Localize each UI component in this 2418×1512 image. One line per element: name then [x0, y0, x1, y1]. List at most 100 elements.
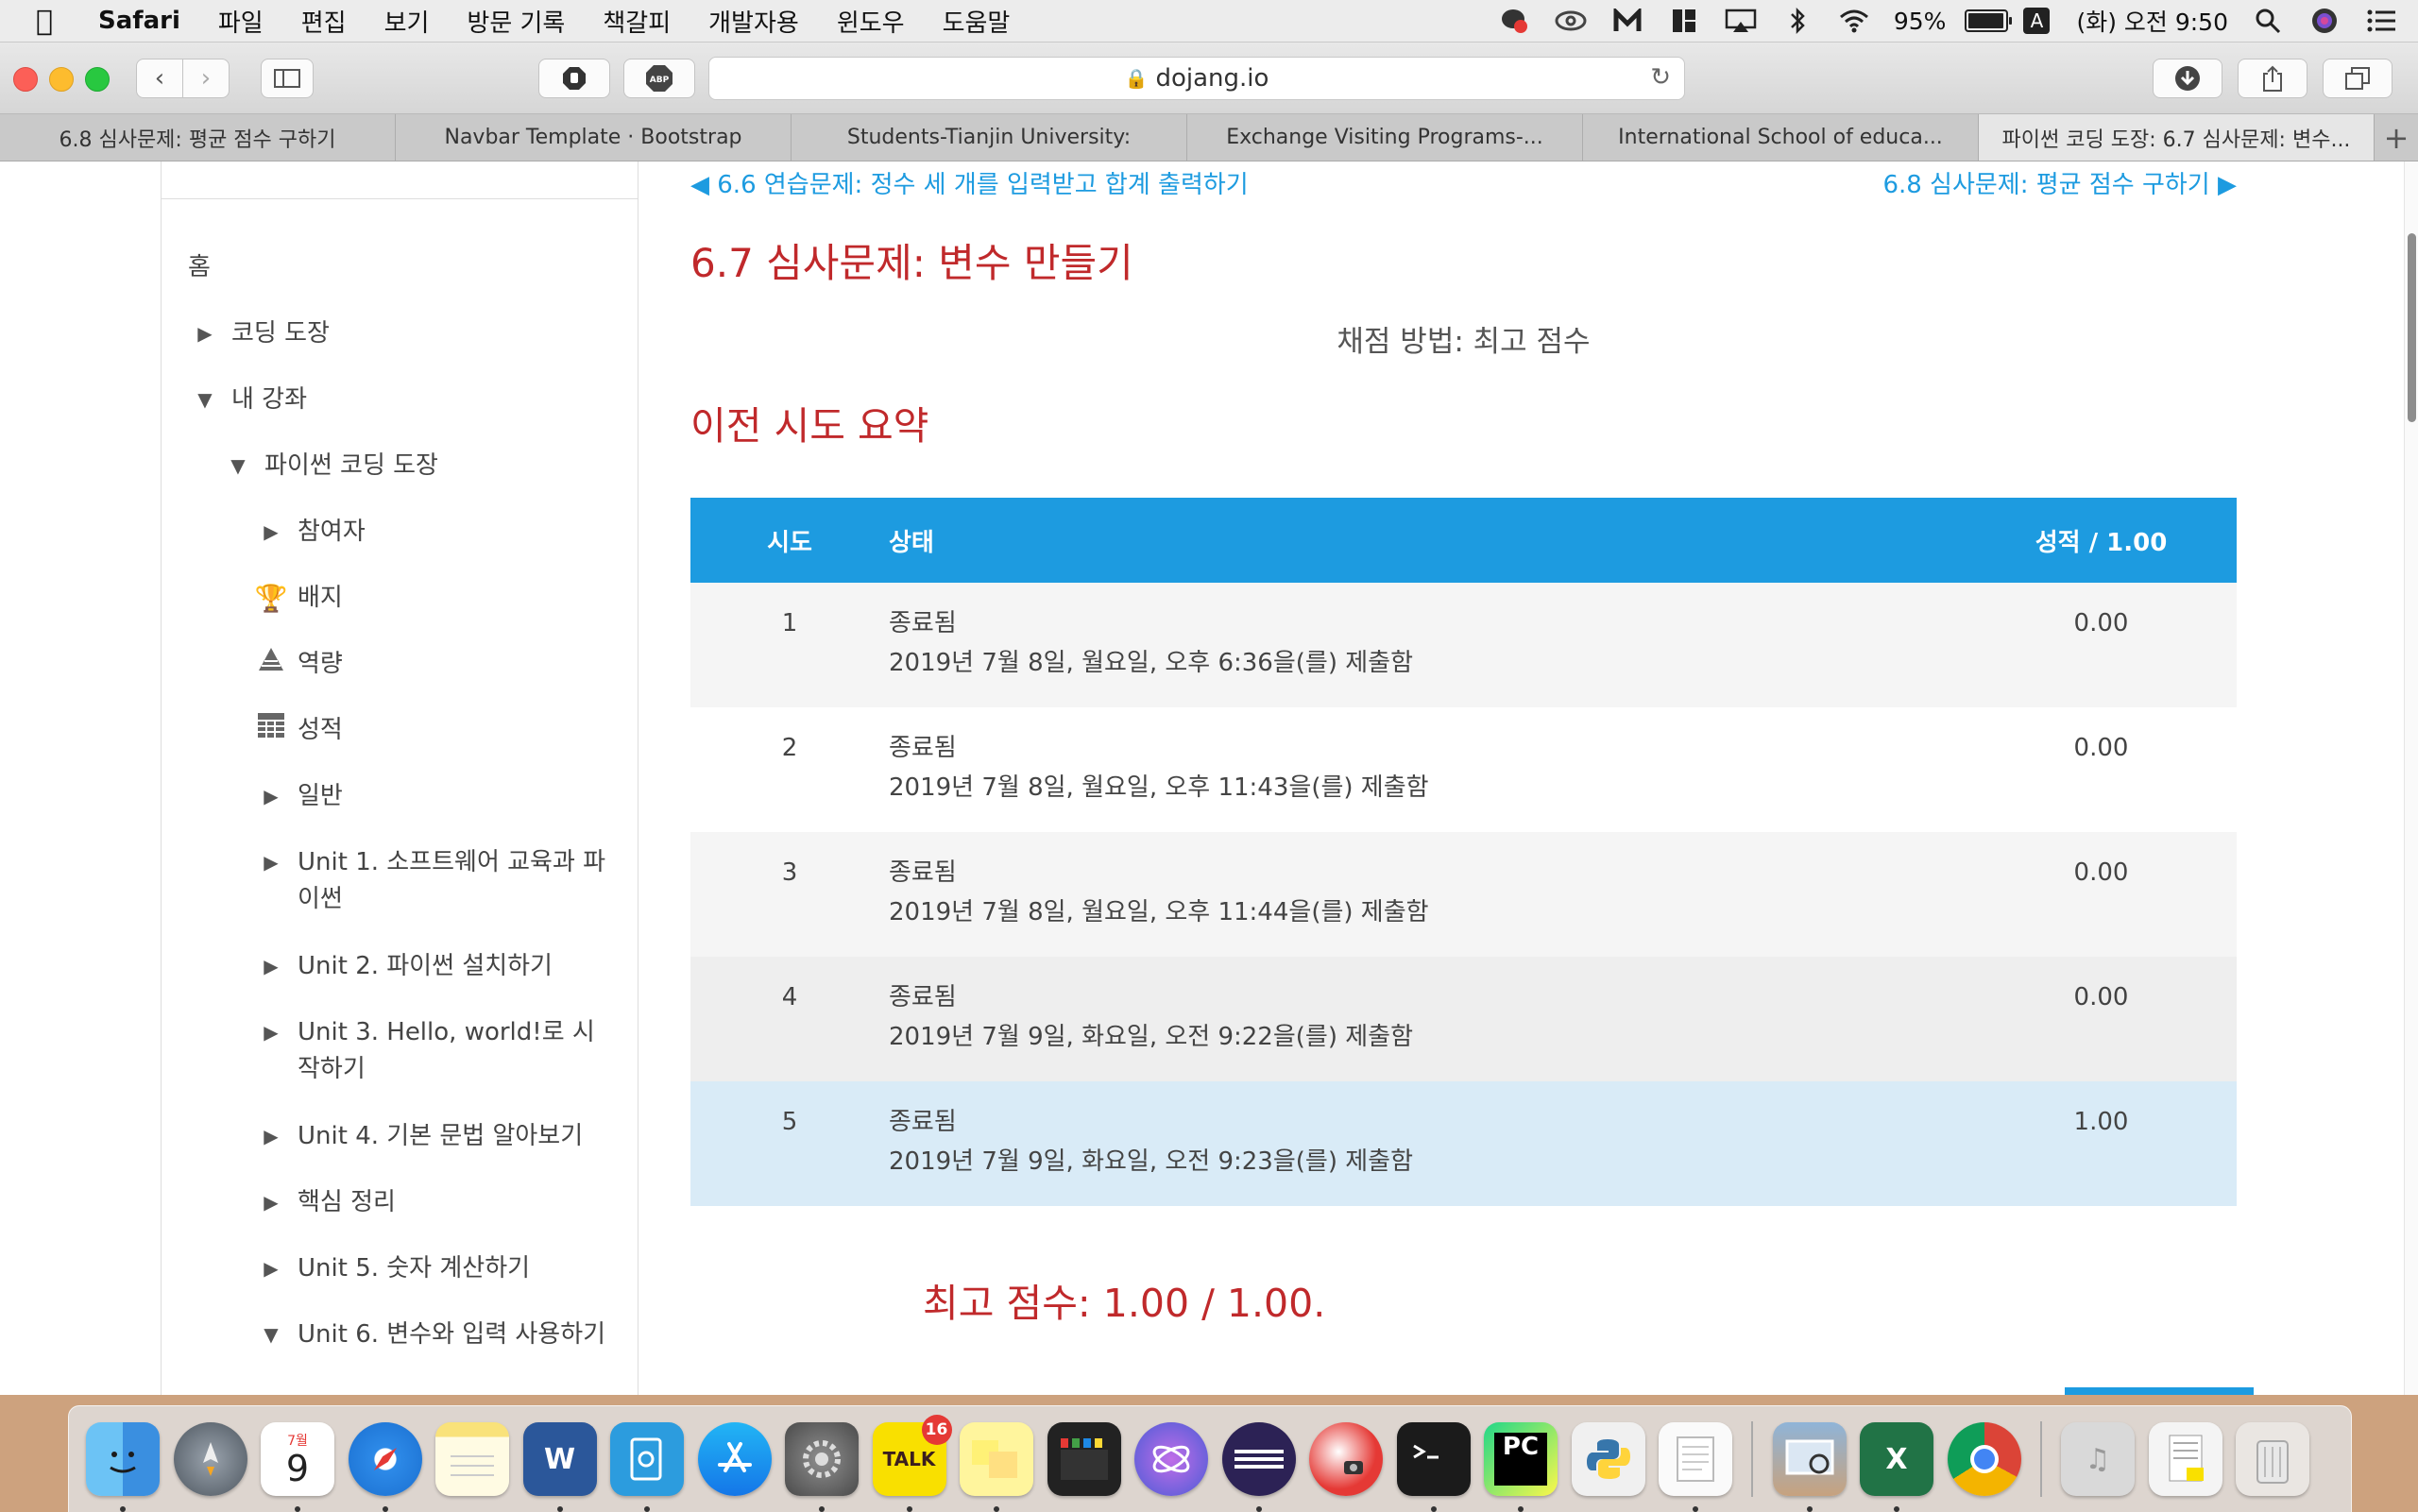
motion-app-icon[interactable]	[1134, 1422, 1208, 1496]
calendar-icon[interactable]: 7월 9	[261, 1422, 334, 1512]
menu-file[interactable]: 파일	[218, 4, 264, 39]
nav-unit-5[interactable]: ▶ Unit 5. 숫자 계산하기	[254, 1250, 530, 1287]
new-tab-button[interactable]: +	[2375, 114, 2418, 161]
running-indicator	[556, 1506, 563, 1512]
music-folder-icon[interactable]: ♫	[2061, 1422, 2135, 1496]
best-score: 최고 점수: 1.00 / 1.00.	[923, 1281, 1326, 1326]
kakaotalk-icon[interactable]: TALK 16	[872, 1415, 952, 1512]
nav-my-courses[interactable]: ▼ 내 강좌	[188, 382, 307, 418]
malwarebytes-icon[interactable]	[1611, 7, 1643, 35]
menubar-clock[interactable]: (화) 오전 9:50	[2076, 4, 2228, 38]
app-store-icon[interactable]	[697, 1422, 772, 1496]
caret-right-icon: ▶	[264, 520, 279, 543]
airplay-icon[interactable]	[1725, 7, 1757, 35]
reload-icon[interactable]: ↻	[1650, 63, 1671, 92]
page-scrollbar[interactable]	[2404, 161, 2418, 1395]
notification-center-icon[interactable]	[2365, 7, 2397, 35]
nav-competencies[interactable]: 역량	[254, 646, 343, 683]
battery-icon[interactable]	[1965, 9, 2013, 32]
photo-booth-icon[interactable]	[1309, 1422, 1383, 1496]
finder-icon[interactable]	[86, 1422, 160, 1512]
back-button[interactable]: ‹	[136, 59, 183, 98]
word-icon[interactable]: W	[522, 1422, 597, 1512]
downloads-stack-icon[interactable]	[2148, 1422, 2222, 1496]
attempt-number: 2	[781, 734, 798, 762]
hangul-icon[interactable]	[610, 1422, 684, 1512]
share-button[interactable]	[2238, 59, 2307, 98]
nav-unit-3[interactable]: ▶ Unit 3. Hello, world!로 시작하기	[254, 1014, 613, 1088]
textedit-icon[interactable]	[1659, 1422, 1732, 1512]
tab-overview-button[interactable]	[2323, 59, 2392, 98]
spotlight-search-icon[interactable]	[2252, 7, 2284, 35]
python-launcher-icon[interactable]	[1571, 1422, 1645, 1496]
notes-icon[interactable]	[435, 1422, 509, 1496]
preview-icon[interactable]	[1772, 1422, 1847, 1512]
nav-coding-dojang[interactable]: ▶ 코딩 도장	[188, 315, 330, 352]
bluetooth-icon[interactable]	[1781, 7, 1814, 35]
continue-button[interactable]	[2065, 1387, 2254, 1395]
minimize-window-button[interactable]	[49, 67, 74, 92]
running-indicator	[120, 1506, 126, 1512]
nav-home[interactable]: 홈	[188, 249, 211, 286]
chrome-icon[interactable]	[1947, 1422, 2021, 1496]
launchpad-icon[interactable]	[173, 1422, 247, 1496]
scrollbar-thumb[interactable]	[2408, 233, 2416, 422]
nav-unit-4[interactable]: ▶ Unit 4. 기본 문법 알아보기	[254, 1118, 583, 1155]
nav-participants[interactable]: ▶ 참여자	[254, 514, 365, 551]
eclipse-icon[interactable]	[1221, 1422, 1296, 1512]
nav-summary[interactable]: ▶ 핵심 정리	[254, 1184, 396, 1221]
address-bar[interactable]: 🔒 dojang.io ↻	[708, 57, 1685, 100]
terminal-icon[interactable]	[1396, 1422, 1471, 1512]
nav-unit-6[interactable]: ▼ Unit 6. 변수와 입력 사용하기	[254, 1317, 605, 1353]
nav-grades[interactable]: 성적	[254, 712, 343, 749]
trash-icon[interactable]	[2236, 1422, 2309, 1496]
nav-unit-2[interactable]: ▶ Unit 2. 파이썬 설치하기	[254, 948, 553, 985]
prev-activity-link[interactable]: ◀ 6.6 연습문제: 정수 세 개를 입력받고 합계 출력하기	[690, 165, 1249, 200]
wifi-icon[interactable]	[1838, 7, 1870, 35]
tab-2[interactable]: Navbar Template · Bootstrap	[396, 114, 792, 161]
forward-button[interactable]: ›	[182, 59, 230, 98]
nav-python-course[interactable]: ▼ 파이썬 코딩 도장	[221, 448, 438, 484]
attempt-grade: 1.00	[2073, 1108, 2129, 1136]
system-preferences-icon[interactable]	[785, 1422, 859, 1512]
naver-talk-icon[interactable]	[1498, 7, 1530, 35]
apple-menu-icon[interactable]: 	[36, 5, 70, 38]
nav-badges[interactable]: 🏆 배지	[254, 580, 343, 617]
menu-app-name[interactable]: Safari	[98, 7, 180, 35]
nav-general[interactable]: ▶ 일반	[254, 778, 343, 815]
sidebar-toggle-button[interactable]	[261, 59, 314, 98]
close-window-button[interactable]	[13, 67, 38, 92]
stop-extension-button[interactable]	[538, 59, 610, 98]
zoom-window-button[interactable]	[85, 67, 110, 92]
menu-view[interactable]: 보기	[384, 4, 430, 39]
tab-4[interactable]: Exchange Visiting Programs-...	[1187, 114, 1583, 161]
nav-label: Unit 5. 숫자 계산하기	[298, 1254, 531, 1283]
menu-help[interactable]: 도움말	[943, 4, 1011, 39]
final-cut-pro-icon[interactable]	[1047, 1422, 1121, 1496]
siri-icon[interactable]	[2308, 7, 2341, 35]
creative-cloud-icon[interactable]	[1555, 7, 1587, 35]
downloads-button[interactable]	[2153, 59, 2222, 98]
magnet-icon[interactable]	[1668, 7, 1700, 35]
menu-edit[interactable]: 편집	[301, 4, 347, 39]
tab-1[interactable]: 6.8 심사문제: 평균 점수 구하기	[0, 114, 396, 161]
stickies-icon[interactable]	[960, 1422, 1033, 1512]
menu-history[interactable]: 방문 기록	[467, 4, 565, 39]
pycharm-icon[interactable]: PC	[1484, 1422, 1558, 1512]
next-activity-link[interactable]: 6.8 심사문제: 평균 점수 구하기 ▶	[1882, 165, 2237, 200]
menu-bookmarks[interactable]: 책갈피	[603, 4, 671, 39]
running-indicator	[906, 1506, 912, 1512]
safari-icon[interactable]	[348, 1422, 422, 1512]
tab-5[interactable]: International School of educa...	[1583, 114, 1979, 161]
chevron-left-icon: ‹	[154, 64, 165, 93]
excel-icon[interactable]: X	[1860, 1422, 1933, 1512]
nav-unit-1[interactable]: ▶ Unit 1. 소프트웨어 교육과 파이썬	[254, 844, 613, 918]
input-source-icon[interactable]: A	[2020, 7, 2052, 35]
menu-window[interactable]: 윈도우	[837, 4, 905, 39]
menu-develop[interactable]: 개발자용	[708, 4, 799, 39]
adblock-plus-button[interactable]: ABP	[623, 59, 695, 98]
grading-method: 채점 방법: 최고 점수	[1337, 325, 1591, 359]
nav-label: Unit 2. 파이썬 설치하기	[298, 952, 553, 980]
tab-6-active[interactable]: 파이썬 코딩 도장: 6.7 심사문제: 변수...	[1979, 114, 2375, 161]
tab-3[interactable]: Students-Tianjin University:	[792, 114, 1187, 161]
